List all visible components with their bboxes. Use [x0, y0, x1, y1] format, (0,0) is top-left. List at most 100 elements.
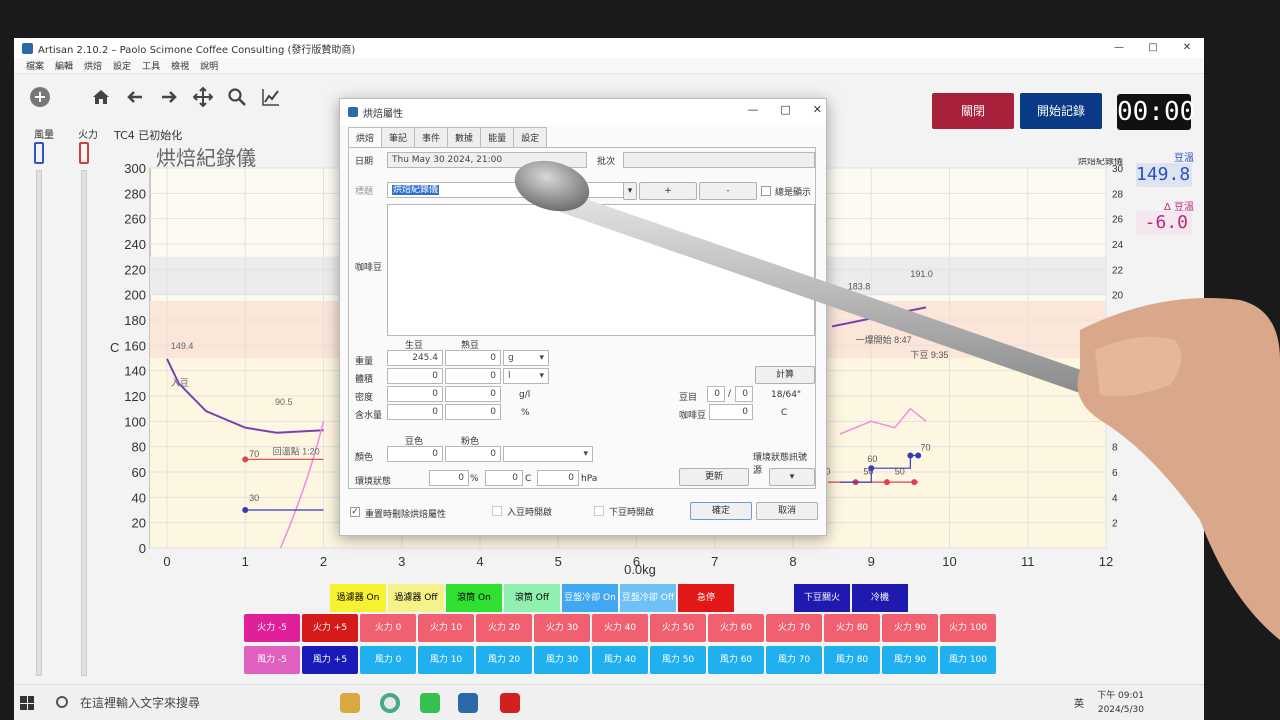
- chrome-icon[interactable]: [380, 693, 400, 713]
- moisture-green-input[interactable]: 0: [387, 404, 443, 420]
- windows-start-icon[interactable]: [20, 696, 34, 710]
- screen-max-input[interactable]: 0: [735, 386, 753, 402]
- color-system-select[interactable]: ▾: [503, 446, 593, 462]
- fan-button-10[interactable]: 風力 80: [824, 646, 880, 674]
- chart-icon[interactable]: [260, 86, 282, 108]
- menu-view[interactable]: 檢視: [171, 59, 189, 72]
- taskbar-clock[interactable]: 下午 09:01 2024/5/30: [1097, 689, 1144, 717]
- weight-green-input[interactable]: 245.4: [387, 350, 443, 366]
- ambient-source-select[interactable]: ▾: [769, 468, 815, 486]
- fan-button-8[interactable]: 風力 60: [708, 646, 764, 674]
- forward-arrow-icon[interactable]: [158, 86, 180, 108]
- heat-button-0[interactable]: 火力 -5: [244, 614, 300, 642]
- zoom-icon[interactable]: [226, 86, 248, 108]
- dialog-maximize-button[interactable]: □: [780, 103, 790, 116]
- extra-button-3[interactable]: 滾筒 Off: [504, 584, 560, 612]
- menu-tools[interactable]: 工具: [142, 59, 160, 72]
- tab-roast[interactable]: 烘焙: [348, 127, 383, 147]
- ok-button[interactable]: 確定: [690, 502, 752, 520]
- extra-button-1[interactable]: 過濾器 Off: [388, 584, 444, 612]
- heat-button-12[interactable]: 火力 100: [940, 614, 996, 642]
- open-on-drop-checkbox[interactable]: [594, 506, 604, 516]
- heat-button-1[interactable]: 火力 +5: [302, 614, 358, 642]
- taskbar-search-input[interactable]: 在這裡輸入文字來搜尋: [48, 690, 318, 716]
- pressure-input[interactable]: 0: [537, 470, 579, 486]
- extra-button-5[interactable]: 豆盤冷卻 Off: [620, 584, 676, 612]
- density-roasted-input[interactable]: 0: [445, 386, 501, 402]
- clear-on-reset-checkbox[interactable]: ✓: [350, 507, 360, 517]
- calculate-button[interactable]: 計算: [755, 366, 815, 384]
- title-remove-button[interactable]: -: [699, 182, 757, 200]
- extra-button-9[interactable]: 冷機: [852, 584, 908, 612]
- tab-setup[interactable]: 設定: [513, 127, 548, 147]
- add-extra-button[interactable]: +: [30, 87, 50, 107]
- heat-button-2[interactable]: 火力 0: [360, 614, 416, 642]
- title-add-button[interactable]: +: [639, 182, 697, 200]
- back-arrow-icon[interactable]: [124, 86, 146, 108]
- whole-color-input[interactable]: 0: [387, 446, 443, 462]
- heat-button-8[interactable]: 火力 60: [708, 614, 764, 642]
- extra-button-8[interactable]: 下豆關火: [794, 584, 850, 612]
- heat-button-11[interactable]: 火力 90: [882, 614, 938, 642]
- fan-button-6[interactable]: 風力 40: [592, 646, 648, 674]
- home-icon[interactable]: [90, 86, 112, 108]
- close-window-button[interactable]: ✕: [1170, 38, 1204, 58]
- update-button[interactable]: 更新: [679, 468, 749, 486]
- fan-button-4[interactable]: 風力 20: [476, 646, 532, 674]
- fan-button-12[interactable]: 風力 100: [940, 646, 996, 674]
- bean-temp-input[interactable]: 0: [709, 404, 753, 420]
- humidity-input[interactable]: 0: [429, 470, 469, 486]
- fan-button-1[interactable]: 風力 +5: [302, 646, 358, 674]
- tab-events[interactable]: 事件: [414, 127, 449, 147]
- batch-field[interactable]: [623, 152, 815, 168]
- volume-green-input[interactable]: 0: [387, 368, 443, 384]
- open-on-charge-checkbox[interactable]: [492, 506, 502, 516]
- ground-color-input[interactable]: 0: [445, 446, 501, 462]
- fan-button-5[interactable]: 風力 30: [534, 646, 590, 674]
- extra-button-6[interactable]: 急停: [678, 584, 734, 612]
- weight-roasted-input[interactable]: 0: [445, 350, 501, 366]
- date-field[interactable]: Thu May 30 2024, 21:00: [387, 152, 587, 168]
- heat-button-3[interactable]: 火力 10: [418, 614, 474, 642]
- volume-roasted-input[interactable]: 0: [445, 368, 501, 384]
- menu-file[interactable]: 檔案: [26, 59, 44, 72]
- screen-min-input[interactable]: 0: [707, 386, 725, 402]
- move-icon[interactable]: [192, 86, 214, 108]
- fan-button-9[interactable]: 風力 70: [766, 646, 822, 674]
- fan-button-11[interactable]: 風力 90: [882, 646, 938, 674]
- title-dropdown-arrow[interactable]: ▾: [623, 182, 637, 200]
- line-icon[interactable]: [420, 693, 440, 713]
- heat-button-9[interactable]: 火力 70: [766, 614, 822, 642]
- tab-notes[interactable]: 筆記: [381, 127, 416, 147]
- heat-button-5[interactable]: 火力 30: [534, 614, 590, 642]
- always-show-checkbox[interactable]: [761, 186, 771, 196]
- artisan-taskbar-icon[interactable]: [458, 693, 478, 713]
- maximize-button[interactable]: □: [1136, 38, 1170, 58]
- moisture-roasted-input[interactable]: 0: [445, 404, 501, 420]
- weight-unit-select[interactable]: g ▾: [503, 350, 549, 366]
- extra-button-2[interactable]: 滾筒 On: [446, 584, 502, 612]
- tab-data[interactable]: 數據: [447, 127, 482, 147]
- start-recording-button[interactable]: 開始記錄: [1020, 93, 1102, 129]
- fan-button-0[interactable]: 風力 -5: [244, 646, 300, 674]
- fan-button-2[interactable]: 風力 0: [360, 646, 416, 674]
- ime-indicator[interactable]: 英: [1074, 695, 1084, 710]
- heat-button-7[interactable]: 火力 50: [650, 614, 706, 642]
- menu-roast[interactable]: 烘焙: [84, 59, 102, 72]
- title-combobox[interactable]: 烘焙紀錄儀: [387, 182, 635, 198]
- extra-button-4[interactable]: 豆盤冷卻 On: [562, 584, 618, 612]
- heat-button-6[interactable]: 火力 40: [592, 614, 648, 642]
- fan-button-3[interactable]: 風力 10: [418, 646, 474, 674]
- menu-edit[interactable]: 編輯: [55, 59, 73, 72]
- fan-button-7[interactable]: 風力 50: [650, 646, 706, 674]
- menu-help[interactable]: 說明: [200, 59, 218, 72]
- beans-textarea[interactable]: [387, 204, 815, 336]
- menu-config[interactable]: 設定: [113, 59, 131, 72]
- extra-button-7[interactable]: [736, 584, 792, 612]
- tab-energy[interactable]: 能量: [480, 127, 515, 147]
- volume-unit-select[interactable]: l ▾: [503, 368, 549, 384]
- file-explorer-icon[interactable]: [340, 693, 360, 713]
- minimize-button[interactable]: —: [1102, 38, 1136, 58]
- dialog-minimize-button[interactable]: —: [747, 103, 758, 116]
- heat-button-4[interactable]: 火力 20: [476, 614, 532, 642]
